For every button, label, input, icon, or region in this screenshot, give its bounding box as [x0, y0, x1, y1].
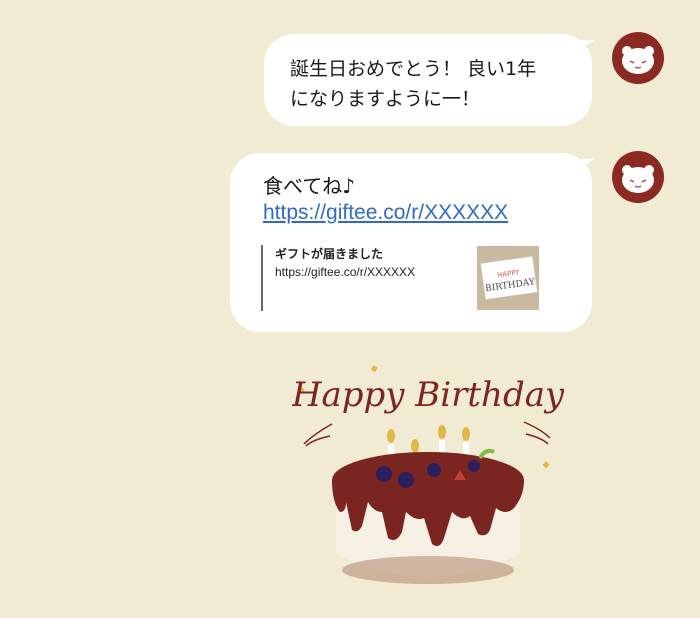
preview-url: https://giftee.co/r/XXXXXX [275, 265, 416, 279]
birthday-cake-sticker[interactable]: Happy Birthday [292, 362, 564, 592]
birthday-cake-icon: Happy Birthday [292, 365, 564, 584]
bubble-tail [580, 40, 594, 50]
cat-avatar-icon [622, 165, 654, 193]
birthday-card-image: HAPPY BIRTHDAY [477, 246, 539, 310]
message-bubble[interactable]: 食べてね♪ https://giftee.co/r/XXXXXX ギフトが届きま… [230, 153, 592, 332]
preview-thumbnail[interactable]: HAPPY BIRTHDAY [477, 246, 539, 310]
message-text: 食べてね♪ [263, 174, 355, 198]
message-bubble[interactable]: 誕生日おめでとう！ 良い1年 になりますように一！ [264, 34, 592, 126]
cat-avatar-icon [622, 46, 654, 74]
preview-title: ギフトが届きました [275, 247, 384, 261]
sender-avatar[interactable] [612, 151, 664, 203]
gift-link[interactable]: https://giftee.co/r/XXXXXX [263, 200, 508, 226]
sticker-text: Happy Birthday [292, 375, 564, 415]
message-text: 誕生日おめでとう！ 良い1年 になりますように一！ [290, 58, 537, 110]
bubble-tail [580, 159, 594, 169]
sender-avatar[interactable] [612, 32, 664, 84]
